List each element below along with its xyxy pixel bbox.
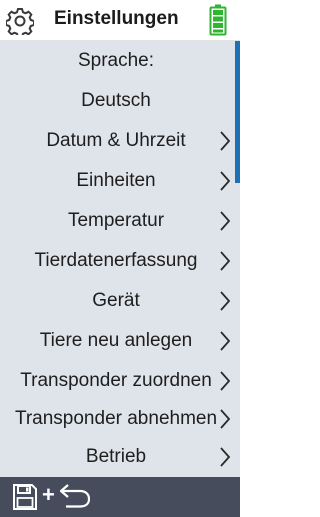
page-title: Einstellungen xyxy=(54,8,179,29)
menu-item-temperature[interactable]: Temperatur xyxy=(0,201,232,241)
gear-icon[interactable] xyxy=(6,7,34,35)
menu-item-animal-data[interactable]: Tierdatenerfassung xyxy=(0,241,232,281)
chevron-right-icon xyxy=(220,211,231,231)
menu-item-label: Einheiten xyxy=(76,170,156,191)
menu-item-operation[interactable]: Betrieb xyxy=(0,437,232,477)
menu-item-label: Transponder abnehmen xyxy=(14,408,218,429)
undo-icon[interactable] xyxy=(58,483,92,509)
menu-item-label: Datum & Uhrzeit xyxy=(46,130,186,151)
chevron-right-icon xyxy=(220,171,231,191)
chevron-right-icon xyxy=(220,447,231,467)
language-heading: Sprache: xyxy=(0,41,232,81)
menu-item-remove-transponder[interactable]: Transponder abnehmen xyxy=(0,399,232,439)
menu-item-label: Tierdatenerfassung xyxy=(34,250,198,271)
menu-item-assign-transponder[interactable]: Transponder zuordnen xyxy=(0,361,232,401)
menu-item-label: Sprache: xyxy=(77,50,155,71)
menu-item-label: Temperatur xyxy=(67,210,165,231)
menu-item-label: Deutsch xyxy=(81,90,151,111)
menu-item-date-time[interactable]: Datum & Uhrzeit xyxy=(0,121,232,161)
header-bar: Einstellungen xyxy=(0,0,240,41)
settings-menu: Sprache: Deutsch Datum & Uhrzeit Einheit… xyxy=(0,41,240,477)
menu-item-units[interactable]: Einheiten xyxy=(0,161,232,201)
plus-sign: + xyxy=(42,482,55,507)
menu-item-device[interactable]: Gerät xyxy=(0,281,232,321)
chevron-right-icon xyxy=(220,331,231,351)
menu-item-label: Betrieb xyxy=(85,446,147,467)
chevron-right-icon xyxy=(220,291,231,311)
battery-icon xyxy=(209,4,227,36)
menu-item-label: Transponder zuordnen xyxy=(20,370,212,391)
chevron-right-icon xyxy=(220,131,231,151)
menu-item-language-value[interactable]: Deutsch xyxy=(0,81,232,121)
menu-item-new-animals[interactable]: Tiere neu anlegen xyxy=(0,321,232,361)
save-icon[interactable] xyxy=(12,483,38,511)
chevron-right-icon xyxy=(220,409,231,429)
footer-bar: + xyxy=(0,477,240,517)
menu-item-label: Tiere neu anlegen xyxy=(39,330,193,351)
scrollbar[interactable] xyxy=(235,41,240,183)
chevron-right-icon xyxy=(220,251,231,271)
chevron-right-icon xyxy=(220,371,231,391)
menu-item-label: Gerät xyxy=(92,290,140,311)
